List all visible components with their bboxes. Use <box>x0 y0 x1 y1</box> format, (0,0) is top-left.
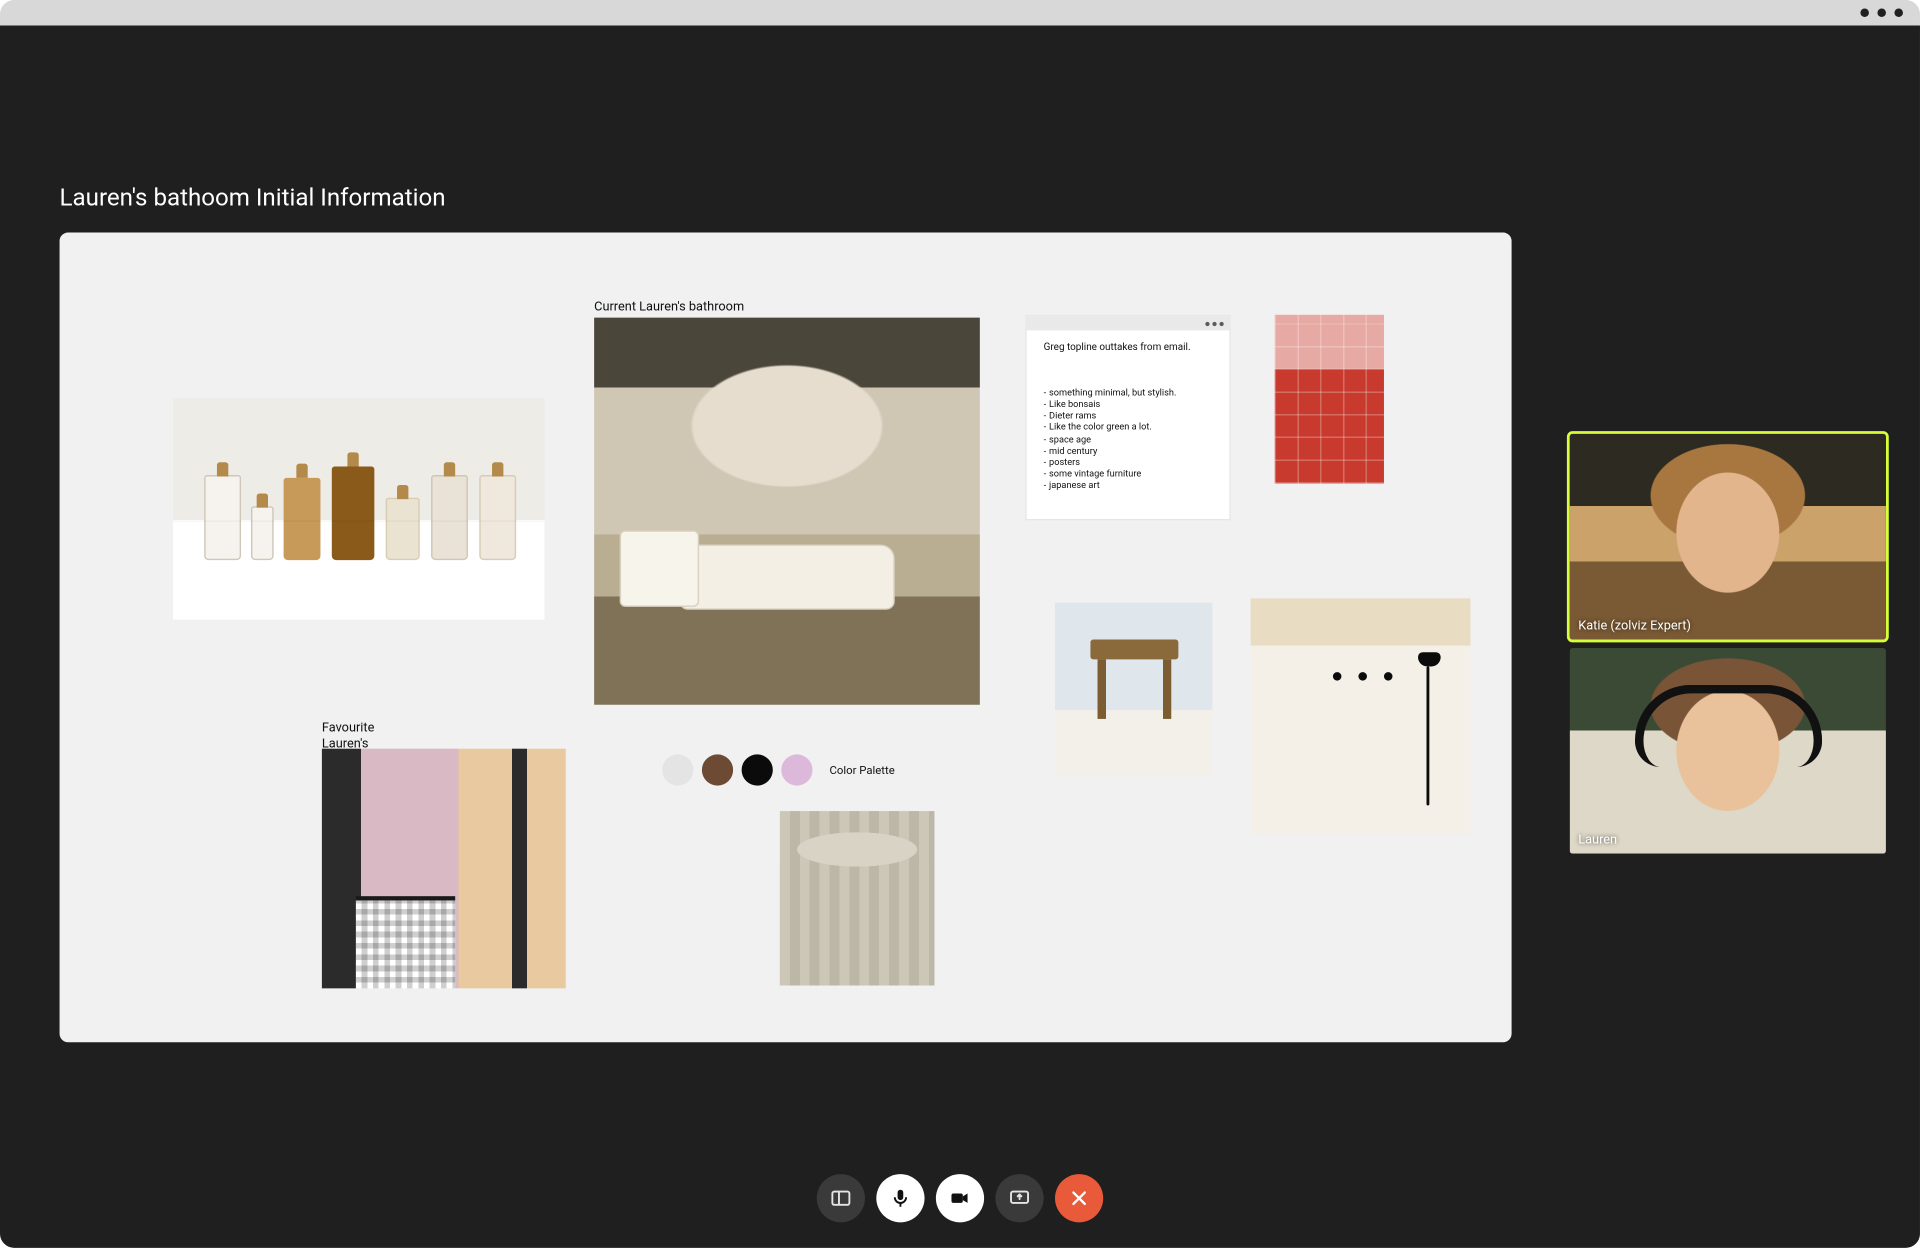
shower-knob-icon <box>1384 672 1393 681</box>
participant-tile-lauren[interactable]: Lauren <box>1570 648 1886 854</box>
window-titlebar <box>0 0 1920 26</box>
note-item: posters <box>1044 456 1213 468</box>
moodboard-caption-current: Current Lauren's bathroom <box>594 301 744 316</box>
participant-tile-katie[interactable]: Katie (zolviz Expert) <box>1570 434 1886 640</box>
call-control-dock <box>817 1174 1103 1222</box>
palette-swatch[interactable] <box>742 754 773 785</box>
screen-share-button[interactable] <box>995 1174 1043 1222</box>
microphone-icon <box>889 1187 912 1210</box>
participant-name-label: Lauren <box>1578 834 1617 848</box>
window-dot-icon <box>1877 9 1886 18</box>
color-palette: Color Palette <box>662 754 895 785</box>
moodboard-image-stool[interactable] <box>1055 603 1212 776</box>
note-item: Like the color green a lot. <box>1044 422 1213 434</box>
note-item: japanese art <box>1044 479 1213 491</box>
palette-swatch[interactable] <box>702 754 733 785</box>
call-surface: Lauren's bathoom Initial Information Cur… <box>0 26 1920 1248</box>
palette-swatch[interactable] <box>781 754 812 785</box>
app-window: Lauren's bathoom Initial Information Cur… <box>0 0 1920 1248</box>
note-dot-icon <box>1212 321 1216 325</box>
note-list: something minimal, but stylish. Like bon… <box>1044 387 1213 491</box>
note-item: some vintage furniture <box>1044 468 1213 480</box>
camera-button[interactable] <box>936 1174 984 1222</box>
palette-swatch[interactable] <box>662 754 693 785</box>
microphone-button[interactable] <box>876 1174 924 1222</box>
note-dot-icon <box>1219 321 1223 325</box>
note-item: space age <box>1044 433 1213 445</box>
close-icon <box>1068 1187 1091 1210</box>
video-feed <box>1570 434 1886 640</box>
palette-label: Color Palette <box>830 764 895 777</box>
moodboard-image-column[interactable] <box>780 811 935 985</box>
note-item: Like bonsais <box>1044 399 1213 411</box>
participant-name-label: Katie (zolviz Expert) <box>1578 620 1691 634</box>
screen-share-icon <box>1008 1187 1031 1210</box>
note-title: Greg topline outtakes from email. <box>1044 342 1213 353</box>
layout-toggle-button[interactable] <box>817 1174 865 1222</box>
video-feed <box>1570 648 1886 854</box>
note-dot-icon <box>1205 321 1209 325</box>
note-item: Dieter rams <box>1044 410 1213 422</box>
participant-video-stack: Katie (zolviz Expert) Lauren <box>1570 434 1886 854</box>
moodboard-image-current-bathroom[interactable] <box>594 318 980 705</box>
shower-hose-icon <box>1427 666 1430 805</box>
camera-icon <box>949 1187 972 1210</box>
moodboard-note-card[interactable]: Greg topline outtakes from email. someth… <box>1025 315 1231 521</box>
shower-knob-icon <box>1358 672 1367 681</box>
end-call-button[interactable] <box>1055 1174 1103 1222</box>
moodboard-canvas[interactable]: Current Lauren's bathroom Greg topline o… <box>60 233 1512 1043</box>
moodboard-image-fav-style[interactable] <box>322 749 566 989</box>
layout-icon <box>830 1187 853 1210</box>
fav-caption-line1: Favourite <box>322 722 374 737</box>
moodboard-image-shower[interactable] <box>1251 598 1471 833</box>
shower-knob-icon <box>1333 672 1342 681</box>
window-dot-icon <box>1860 9 1869 18</box>
shower-head-icon <box>1418 652 1441 666</box>
page-title: Lauren's bathoom Initial Information <box>60 184 446 212</box>
note-item: something minimal, but stylish. <box>1044 387 1213 399</box>
note-titlebar <box>1027 316 1230 330</box>
note-item: mid century <box>1044 445 1213 457</box>
moodboard-image-red-tile[interactable] <box>1275 315 1384 484</box>
window-dot-icon <box>1894 9 1903 18</box>
moodboard-image-bottles[interactable] <box>173 398 545 619</box>
